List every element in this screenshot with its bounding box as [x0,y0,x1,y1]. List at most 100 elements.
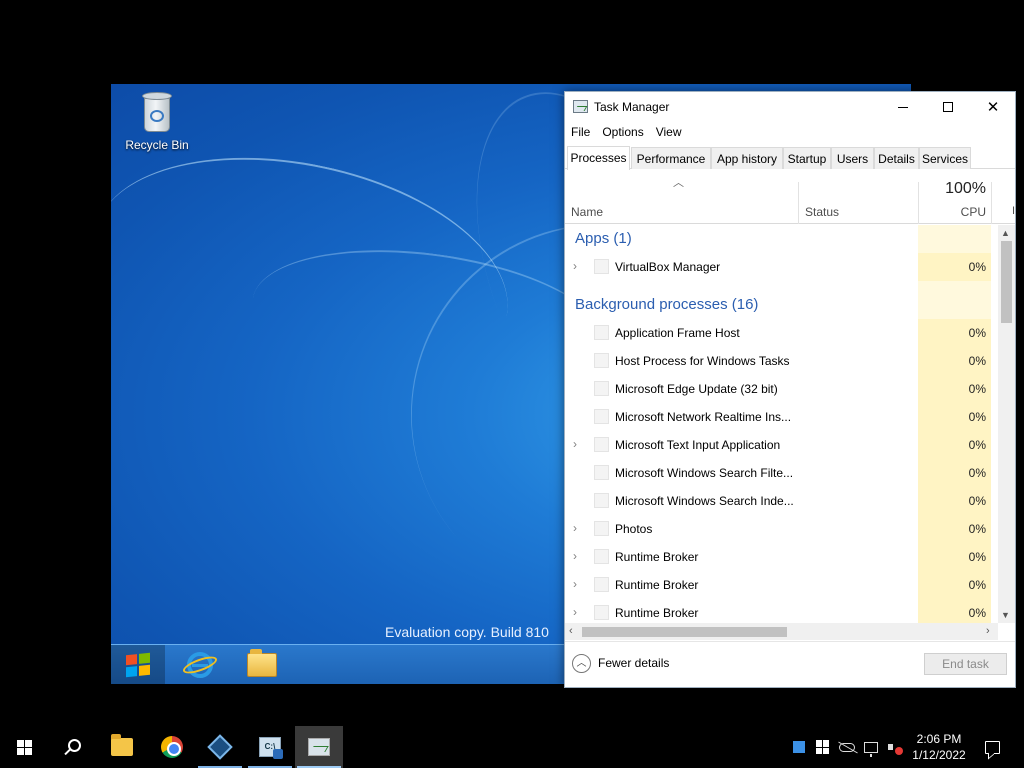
defender-tray-button[interactable] [813,726,833,768]
process-cpu: 0% [968,466,986,480]
process-name: Photos [615,522,653,536]
scroll-up-icon[interactable]: ▲ [1001,228,1010,238]
task-manager-window: Task Manager ✕ File Options View Process… [564,91,1016,688]
cloud-offline-icon [839,742,855,752]
hscroll-thumb[interactable] [582,627,787,637]
search-button[interactable] [48,726,96,768]
process-row[interactable]: Application Frame Host 0% [565,319,998,347]
process-row[interactable]: › VirtualBox Manager 0% [565,253,998,281]
command-prompt-icon: C:\ [259,737,283,759]
file-explorer-button[interactable] [98,726,146,768]
vm-status-icon [793,741,805,753]
recycle-bin-shortcut[interactable]: Recycle Bin [117,90,197,152]
chevron-right-icon[interactable]: › [573,259,577,273]
process-row[interactable]: › Microsoft Text Input Application 0% [565,431,998,459]
column-name[interactable]: Name [571,205,603,219]
process-cpu: 0% [968,382,986,396]
vertical-scrollbar[interactable]: ▲ ▼ [998,225,1015,623]
chevron-right-icon[interactable]: › [573,577,577,591]
recycle-bin-label: Recycle Bin [125,138,189,152]
process-cpu: 0% [968,410,986,424]
process-cpu: 0% [968,260,986,274]
start-button[interactable] [0,726,48,768]
process-name: Microsoft Text Input Application [615,438,781,452]
chevron-up-icon[interactable]: ︿ [572,654,591,673]
windows-security-icon [816,740,830,754]
vm-internet-explorer-button[interactable] [173,645,227,684]
close-button[interactable]: ✕ [970,92,1016,122]
task-manager-icon [573,100,588,113]
footer: ︿ Fewer details End task [565,641,1015,687]
tab-startup[interactable]: Startup [783,147,831,169]
virtualbox-tray-button[interactable] [790,726,808,768]
scroll-right-icon[interactable]: › [986,625,990,637]
process-icon [594,353,609,368]
process-cpu: 0% [968,550,986,564]
horizontal-scrollbar[interactable]: ‹ › [565,623,998,640]
vm-start-button[interactable] [111,645,165,684]
process-icon [594,381,609,396]
tab-services[interactable]: Services [919,147,971,169]
scroll-thumb[interactable] [1001,241,1012,323]
virtualbox-button[interactable] [196,726,244,768]
process-icon [594,325,609,340]
title-bar[interactable]: Task Manager ✕ [565,92,1015,122]
process-cpu: 0% [968,578,986,592]
process-row[interactable]: Microsoft Windows Search Filte... 0% [565,459,998,487]
maximize-button[interactable] [925,92,971,122]
minimize-button[interactable] [880,92,926,122]
process-name: Host Process for Windows Tasks [615,354,790,368]
minimize-icon [898,106,908,108]
process-row[interactable]: Microsoft Edge Update (32 bit) 0% [565,375,998,403]
notification-icon [984,740,1000,754]
menu-file[interactable]: File [565,122,596,144]
tab-app-history[interactable]: App history [711,147,783,169]
virtualbox-icon [207,734,233,760]
task-manager-taskbar-button[interactable] [295,726,343,768]
process-row[interactable]: Host Process for Windows Tasks 0% [565,347,998,375]
chevron-right-icon[interactable]: › [573,437,577,451]
tab-processes[interactable]: Processes [567,146,630,170]
vm-file-explorer-button[interactable] [235,645,289,684]
process-row[interactable]: › Photos 0% [565,515,998,543]
process-row[interactable]: Microsoft Windows Search Inde... 0% [565,487,998,515]
cpu-total-percent[interactable]: 100% [920,180,986,198]
group-background-processes[interactable]: Background processes (16) [575,296,758,313]
sort-ascending-icon: ︿ [673,177,684,189]
process-row[interactable]: › Runtime Broker 0% [565,571,998,599]
clock[interactable]: 2:06 PM 1/12/2022 [906,731,972,763]
tab-performance[interactable]: Performance [631,147,711,169]
scroll-down-icon[interactable]: ▼ [1001,610,1010,620]
process-row[interactable]: › Runtime Broker 0% [565,543,998,571]
chrome-button[interactable] [148,726,196,768]
menu-options[interactable]: Options [596,122,649,144]
process-cpu: 0% [968,494,986,508]
column-status[interactable]: Status [805,205,839,219]
fewer-details-link[interactable]: Fewer details [598,656,669,670]
window-title: Task Manager [594,100,670,114]
chevron-right-icon[interactable]: › [573,549,577,563]
process-name: Runtime Broker [615,606,699,620]
network-tray-button[interactable] [861,726,881,768]
tab-strip: Processes Performance App history Startu… [565,146,1015,170]
menu-view[interactable]: View [650,122,688,144]
tab-details[interactable]: Details [874,147,919,169]
chevron-right-icon[interactable]: › [573,521,577,535]
process-name: Microsoft Edge Update (32 bit) [615,382,778,396]
process-icon [594,493,609,508]
onedrive-tray-button[interactable] [837,726,857,768]
volume-tray-button[interactable] [885,726,905,768]
action-center-button[interactable] [978,726,1006,768]
process-row[interactable]: Microsoft Network Realtime Ins... 0% [565,403,998,431]
group-apps[interactable]: Apps (1) [575,230,632,247]
column-memory-partial[interactable]: I [1012,205,1015,217]
column-cpu[interactable]: CPU [920,205,986,219]
end-task-button[interactable]: End task [924,653,1007,675]
process-row[interactable]: › Runtime Broker 0% [565,599,998,623]
scroll-left-icon[interactable]: ‹ [569,625,573,637]
tab-users[interactable]: Users [831,147,874,169]
command-prompt-button[interactable]: C:\ [246,726,294,768]
recycle-bin-icon [140,92,174,134]
chevron-right-icon[interactable]: › [573,605,577,619]
windows-flag-icon [126,652,150,678]
